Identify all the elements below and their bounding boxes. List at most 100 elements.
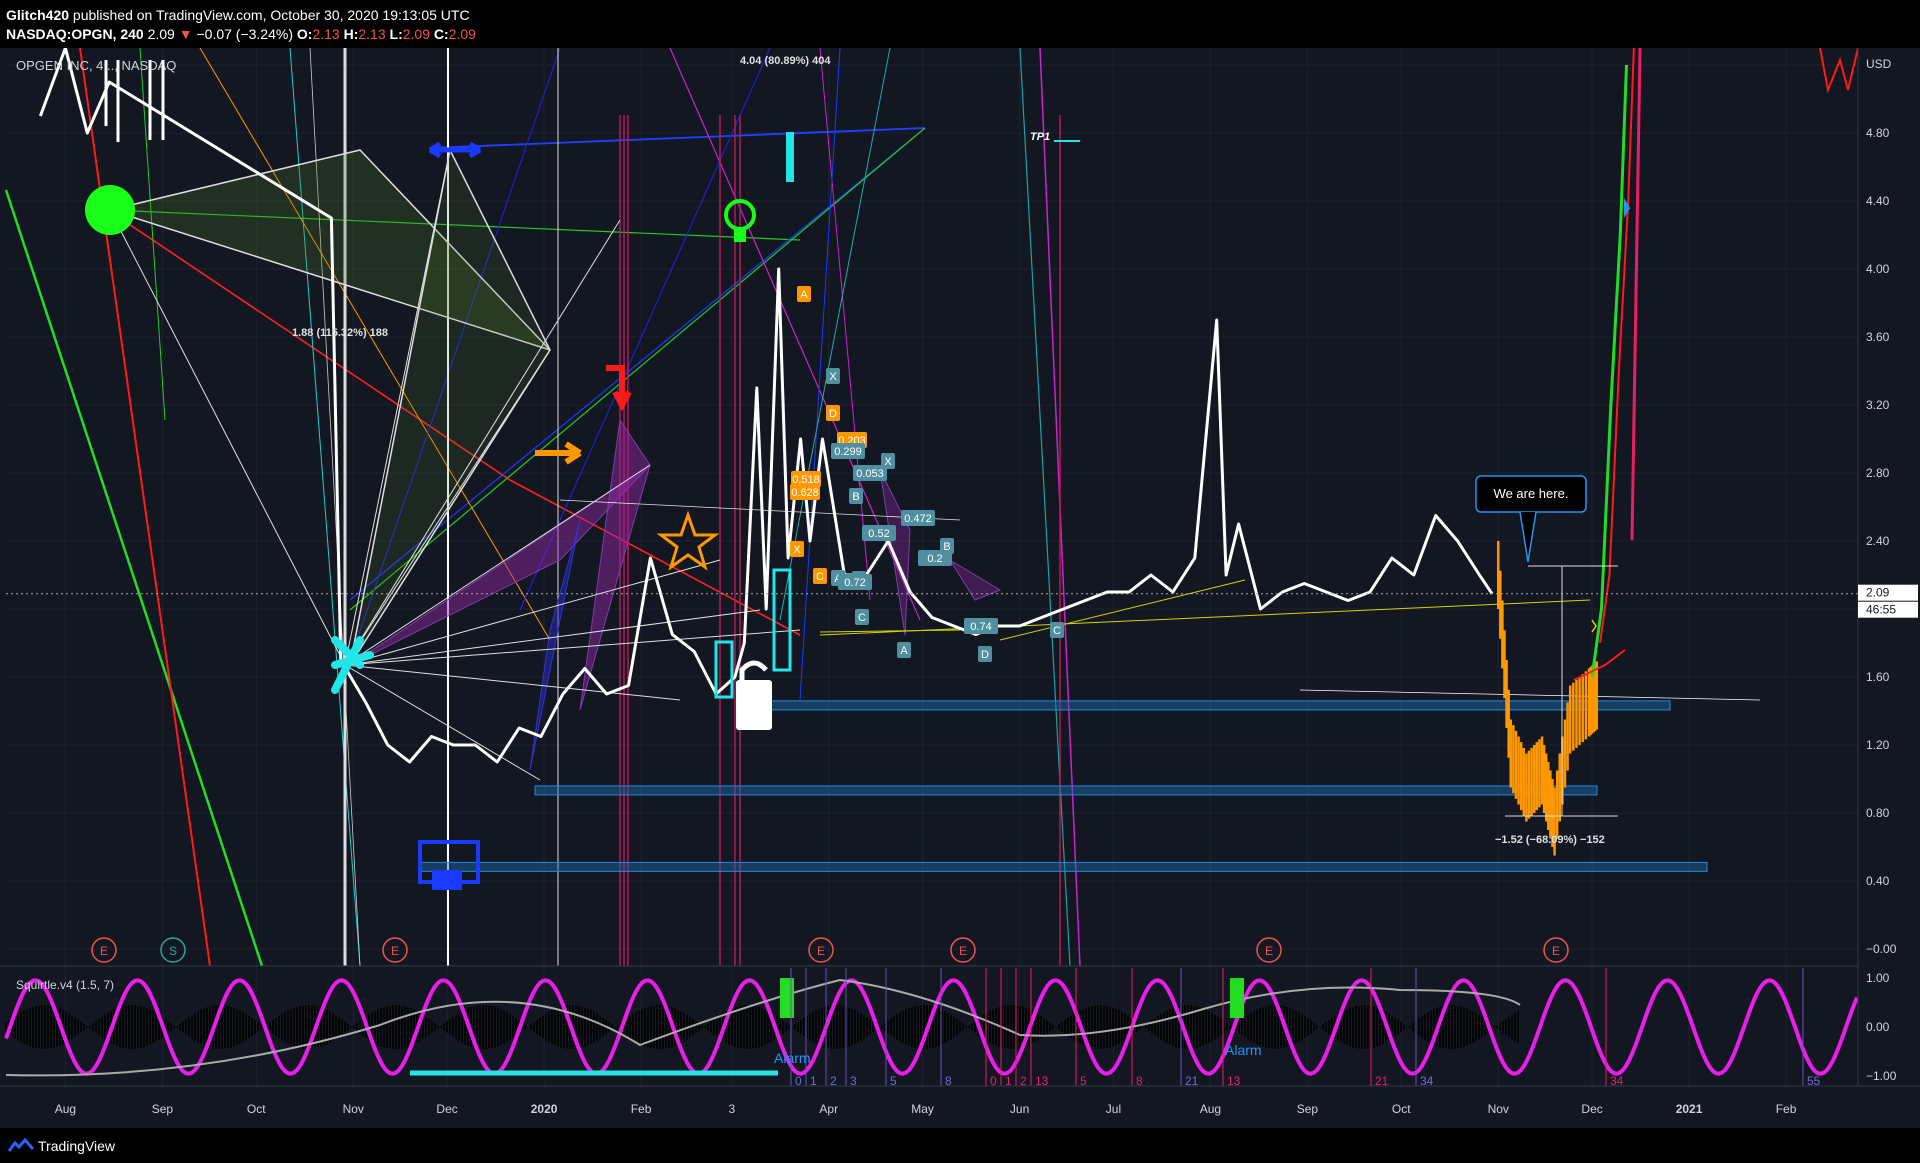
time-tick: Dec: [436, 1102, 457, 1116]
measure-label-left[interactable]: 1.88 (115.32%) 188: [292, 327, 388, 339]
chart-area[interactable]: 4.04 (80.89%) 404 1.88 (115.32%) 188 −1.52…: [0, 30, 1920, 1128]
low-label: L:: [389, 26, 403, 42]
pattern-label-teal[interactable]: C: [858, 612, 866, 624]
pattern-label-teal[interactable]: D: [981, 649, 989, 661]
measure-label-top[interactable]: 4.04 (80.89%) 404: [740, 55, 831, 67]
time-tick: Feb: [631, 1102, 652, 1116]
low-value: 2.09: [402, 26, 430, 42]
event-marker-label[interactable]: E: [100, 944, 108, 958]
price-tick: 4.00: [1866, 262, 1890, 276]
time-tick: 2020: [531, 1102, 558, 1116]
price-tick: 2.80: [1866, 466, 1890, 480]
event-marker-label[interactable]: E: [959, 944, 967, 958]
brand-name: TradingView: [38, 1138, 116, 1154]
close-label: C:: [433, 26, 449, 42]
tradingview-logo-icon: [8, 1137, 34, 1152]
pattern-label-teal[interactable]: 0.299: [834, 446, 862, 458]
osc-tick: −1.00: [1866, 1069, 1897, 1083]
osc-title: Squirtle.v4 (1.5, 7): [16, 978, 114, 992]
price-change: −0.07 (−3.24%): [196, 26, 293, 42]
cyan-box[interactable]: [786, 132, 794, 182]
price-tick: 3.60: [1866, 330, 1890, 344]
author-name[interactable]: Glitch420: [6, 7, 69, 23]
price-tick: 4.40: [1866, 194, 1890, 208]
pattern-label-teal[interactable]: 0.52: [868, 528, 889, 540]
time-tick: Jul: [1106, 1102, 1121, 1116]
time-tick: May: [911, 1102, 934, 1116]
time-tick: Sep: [152, 1102, 174, 1116]
symbol-line: NASDAQ:OPGN, 240 2.09 ▼ −0.07 (−3.24%) O…: [6, 26, 476, 42]
pattern-label-teal[interactable]: 0.2: [927, 553, 942, 565]
pattern-label-teal[interactable]: 0.472: [904, 513, 932, 525]
open-value: 2.13: [312, 26, 340, 42]
time-tick: Feb: [1776, 1102, 1797, 1116]
osc-alarm-box: [780, 978, 794, 1018]
pattern-label-orange[interactable]: A: [800, 289, 808, 301]
osc-alarm-label: Alarm: [1225, 1042, 1262, 1058]
pattern-label-teal[interactable]: X: [829, 371, 837, 383]
last-price-tag-text: 2.09: [1866, 586, 1890, 600]
pattern-label-teal[interactable]: 0.053: [856, 468, 884, 480]
price-tick: 1.20: [1866, 738, 1890, 752]
osc-alarm-box: [1230, 978, 1244, 1018]
down-arrow-icon: ▼: [178, 26, 193, 42]
footer: TradingView: [0, 1128, 1920, 1163]
close-value: 2.09: [448, 26, 476, 42]
pattern-label-orange[interactable]: 0.628: [791, 487, 819, 499]
publish-header: Glitch420 published on TradingView.com, …: [0, 0, 1920, 48]
support-zone[interactable]: [759, 700, 1671, 711]
open-label: O:: [296, 26, 313, 42]
price-tick: 2.40: [1866, 534, 1890, 548]
measure-label-bottom[interactable]: −1.52 (−68.09%) −152: [1495, 834, 1605, 846]
time-tick: Dec: [1581, 1102, 1602, 1116]
lock-icon[interactable]: [736, 680, 772, 730]
support-zone[interactable]: [419, 861, 1708, 872]
price-tick: 0.80: [1866, 806, 1890, 820]
price-tick: 1.60: [1866, 670, 1890, 684]
symbol: NASDAQ:OPGN, 240: [6, 26, 144, 42]
high-value: 2.13: [358, 26, 386, 42]
callout-text[interactable]: We are here.: [1494, 486, 1569, 501]
tp1-label[interactable]: TP1: [1030, 131, 1050, 143]
high-label: H:: [343, 26, 359, 42]
event-marker-label[interactable]: E: [817, 944, 825, 958]
time-tick: Oct: [247, 1102, 266, 1116]
osc-tick: 0.00: [1866, 1020, 1890, 1034]
last-price: 2.09: [147, 26, 175, 42]
countdown-tag-text: 46:55: [1866, 603, 1896, 617]
pattern-label-teal[interactable]: A: [900, 645, 908, 657]
event-marker-label[interactable]: E: [1552, 944, 1560, 958]
price-tick: 3.20: [1866, 398, 1890, 412]
chart-legend: OPGEN INC, 4..., NASDAQ: [16, 58, 176, 73]
time-tick: Aug: [55, 1102, 76, 1116]
price-tick: −0.00: [1866, 942, 1897, 956]
time-tick: Sep: [1297, 1102, 1319, 1116]
support-zone[interactable]: [534, 785, 1598, 796]
pattern-label-orange[interactable]: X: [793, 544, 801, 556]
osc-alarm-label: Alarm: [774, 1050, 811, 1066]
pattern-label-teal[interactable]: B: [852, 491, 859, 503]
pattern-label-teal[interactable]: 0.72: [844, 577, 865, 589]
event-marker-label[interactable]: E: [391, 944, 399, 958]
pattern-label-orange[interactable]: D: [829, 408, 837, 420]
time-tick: 3: [728, 1102, 735, 1116]
pattern-label-teal[interactable]: C: [1053, 625, 1061, 637]
event-marker-label[interactable]: E: [1265, 944, 1273, 958]
pattern-label-orange[interactable]: C: [816, 571, 824, 583]
lightbulb-icon[interactable]: [734, 228, 746, 242]
price-tick: 4.80: [1866, 126, 1890, 140]
event-marker-label[interactable]: S: [169, 944, 177, 958]
time-tick: Nov: [343, 1102, 364, 1116]
publish-line: Glitch420 published on TradingView.com, …: [6, 7, 470, 23]
time-tick: Apr: [819, 1102, 838, 1116]
time-tick: Aug: [1200, 1102, 1221, 1116]
time-axis-bg: [0, 1086, 1920, 1128]
chart-svg[interactable]: 4.04 (80.89%) 404 1.88 (115.32%) 188 −1.52…: [0, 30, 1920, 1128]
green-circle-icon[interactable]: [85, 185, 135, 235]
osc-tick: 1.00: [1866, 971, 1890, 985]
time-tick: Oct: [1392, 1102, 1411, 1116]
time-tick: Nov: [1488, 1102, 1509, 1116]
published-text: published on TradingView.com, October 30…: [69, 7, 470, 23]
demand-box[interactable]: [432, 870, 462, 890]
pattern-label-teal[interactable]: 0.74: [970, 621, 991, 633]
